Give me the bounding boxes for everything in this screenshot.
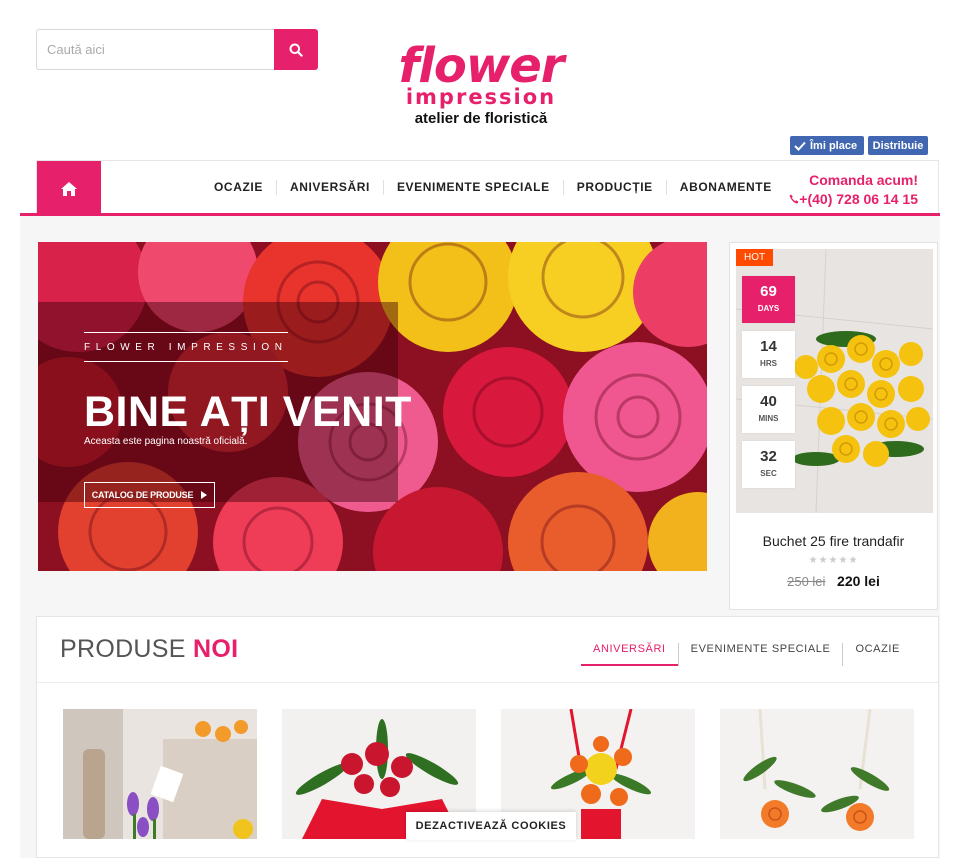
hero-subtitle: Aceasta este pagina noastră oficială. <box>84 436 248 447</box>
tab-evenimente-speciale[interactable]: EVENIMENTE SPECIALE <box>677 643 843 666</box>
star-icon: ★ <box>848 555 859 566</box>
deal-product-name[interactable]: Buchet 25 fire trandafir <box>730 533 937 549</box>
old-price: 250 lei <box>787 574 826 589</box>
disable-cookies-button[interactable]: DEZACTIVEAZĂ COOKIES <box>406 812 576 840</box>
nav-item-abonamente[interactable]: ABONAMENTE <box>665 180 785 195</box>
catalog-button-label: CATALOG DE PRODUSE <box>91 490 194 500</box>
countdown-minutes: 40 MINS <box>742 386 795 433</box>
countdown-days: 69 DAYS <box>742 276 795 323</box>
star-icon: ★ <box>818 555 829 566</box>
product-tabs: ANIVERSĂRI EVENIMENTE SPECIALE OCAZIE <box>581 643 912 666</box>
site-logo[interactable]: flower impression atelier de floristică <box>396 38 566 127</box>
nav-item-productie[interactable]: PRODUCȚIE <box>562 180 666 195</box>
nav-menu: OCAZIE ANIVERSĂRI EVENIMENTE SPECIALE PR… <box>201 161 785 214</box>
facebook-share-button[interactable]: Distribuie <box>868 136 928 155</box>
nav-item-evenimente-speciale[interactable]: EVENIMENTE SPECIALE <box>382 180 563 195</box>
nav-item-ocazie[interactable]: OCAZIE <box>201 180 276 195</box>
tab-ocazie[interactable]: OCAZIE <box>842 643 912 666</box>
main-nav: OCAZIE ANIVERSĂRI EVENIMENTE SPECIALE PR… <box>36 160 939 217</box>
logo-tagline: atelier de floristică <box>414 110 548 127</box>
facebook-like-button[interactable]: Îmi place <box>790 136 864 155</box>
star-icon: ★ <box>838 555 849 566</box>
phone-text: +(40) 728 06 14 15 <box>799 191 918 207</box>
countdown-hours: 14 HRS <box>742 331 795 378</box>
play-icon <box>201 491 208 499</box>
hero-divider-top <box>84 332 288 333</box>
logo-sub: impression <box>405 85 557 109</box>
countdown-unit: DAYS <box>757 304 780 313</box>
order-label: Comanda acum! <box>809 172 918 188</box>
like-label: Îmi place <box>810 139 858 152</box>
product-card[interactable] <box>63 709 257 839</box>
hero-slider[interactable]: FLOWER IMPRESSION BINE AȚI VENIT Aceasta… <box>38 242 707 571</box>
star-icon: ★ <box>808 555 819 566</box>
home-icon <box>61 182 77 196</box>
home-button[interactable] <box>37 161 101 217</box>
catalog-button[interactable]: CATALOG DE PRODUSE <box>84 482 215 508</box>
check-icon <box>794 141 806 151</box>
phone-icon <box>789 194 799 204</box>
nav-item-aniversari[interactable]: ANIVERSĂRI <box>275 180 383 195</box>
product-image <box>720 709 914 839</box>
hero-brand: FLOWER IMPRESSION <box>84 342 288 353</box>
countdown-unit: HRS <box>760 359 777 368</box>
phone-number[interactable]: +(40) 728 06 14 15 <box>789 190 918 209</box>
share-label: Distribuie <box>872 139 924 152</box>
deal-price: 250 lei 220 lei <box>730 573 937 589</box>
countdown-value: 69 <box>760 283 777 300</box>
new-price: 220 lei <box>837 573 880 589</box>
hero-title: BINE AȚI VENIT <box>84 388 412 436</box>
countdown-unit: MINS <box>758 414 779 423</box>
section-header: PRODUSE NOI ANIVERSĂRI EVENIMENTE SPECIA… <box>37 617 938 683</box>
search-bar <box>36 29 318 70</box>
hot-badge: HOT <box>736 249 774 266</box>
countdown-seconds: 32 SEC <box>742 441 795 488</box>
order-now[interactable]: Comanda acum! +(40) 728 06 14 15 <box>789 171 918 209</box>
countdown-value: 40 <box>760 393 777 410</box>
section-title-light: PRODUSE <box>60 635 186 663</box>
search-button[interactable] <box>274 29 318 70</box>
product-image <box>63 709 257 839</box>
hero-divider-bottom <box>84 361 288 362</box>
tab-aniversari[interactable]: ANIVERSĂRI <box>581 643 678 666</box>
countdown-value: 32 <box>760 448 777 465</box>
rating-stars: ★★★★★ <box>730 555 937 566</box>
search-input[interactable] <box>36 29 274 70</box>
search-icon <box>289 43 303 57</box>
countdown-value: 14 <box>760 338 777 355</box>
section-title: PRODUSE NOI <box>60 635 238 664</box>
countdown-unit: SEC <box>760 469 777 478</box>
section-title-bold: NOI <box>192 635 239 663</box>
deal-card[interactable]: HOT 69 DAYS 14 HRS 40 MINS 32 SEC Buchet… <box>729 242 938 610</box>
logo-word: flower <box>398 38 565 94</box>
star-icon: ★ <box>828 555 839 566</box>
product-card[interactable] <box>720 709 914 839</box>
